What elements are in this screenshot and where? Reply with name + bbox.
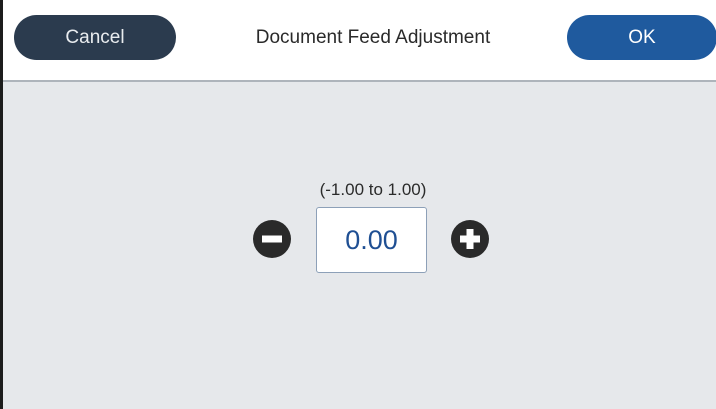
ok-button[interactable]: OK — [567, 15, 716, 60]
adjustment-panel: (-1.00 to 1.00) 0.00 — [3, 82, 716, 409]
plus-circle-icon — [460, 229, 480, 249]
dialog-header: Cancel Document Feed Adjustment OK — [3, 0, 716, 82]
value-field[interactable]: 0.00 — [316, 207, 427, 273]
dialog-title: Document Feed Adjustment — [255, 26, 491, 48]
range-label: (-1.00 to 1.00) — [319, 180, 427, 199]
increase-button[interactable] — [451, 220, 489, 258]
decrease-button[interactable] — [253, 220, 291, 258]
minus-circle-icon — [262, 235, 282, 243]
dialog-window: Cancel Document Feed Adjustment OK (-1.0… — [0, 0, 716, 409]
cancel-button[interactable]: Cancel — [14, 15, 176, 60]
